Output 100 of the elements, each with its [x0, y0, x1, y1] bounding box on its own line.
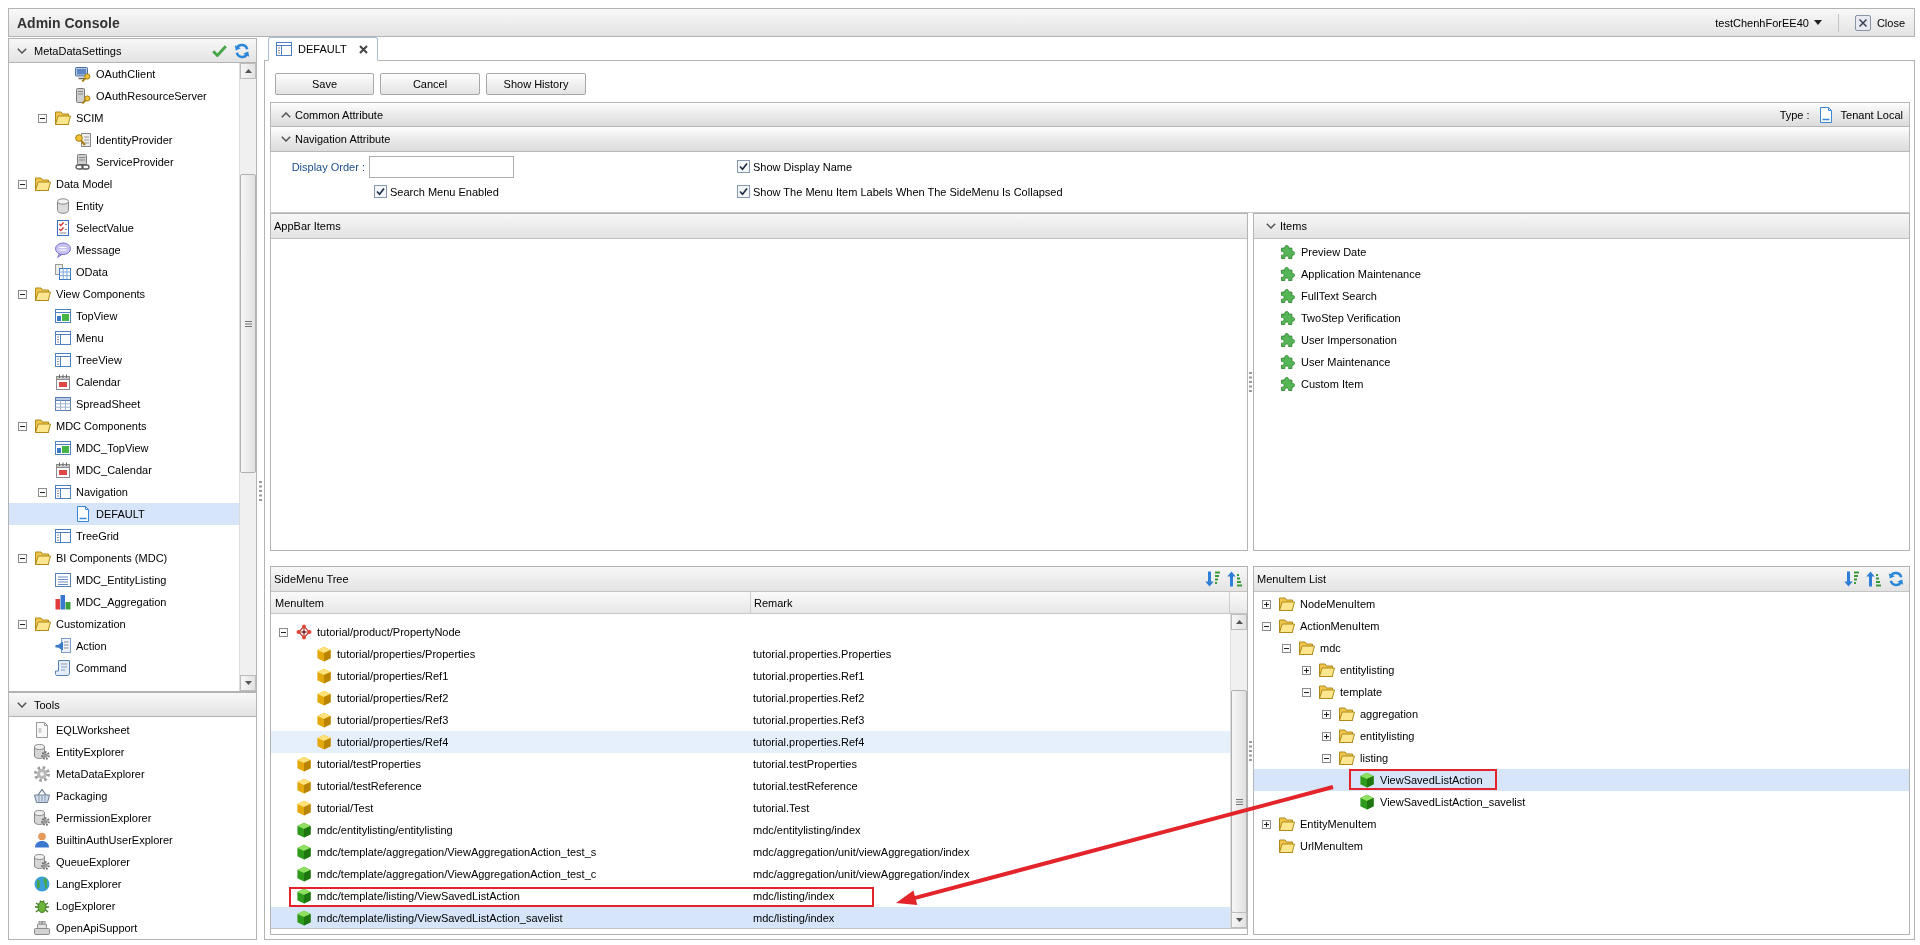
tool-item[interactable]: Packaging — [9, 785, 256, 807]
tree-item[interactable]: SCIM — [9, 107, 239, 129]
toolbar-button[interactable]: Show History — [486, 73, 586, 95]
close-button[interactable]: Close — [1854, 12, 1905, 33]
tree-grid-row[interactable]: tutorial/product/PropertyNode — [271, 621, 1230, 643]
tree-item[interactable]: ViewSavedListAction_savelist — [1254, 791, 1909, 813]
checkbox[interactable] — [737, 185, 750, 198]
chevron-down-icon[interactable] — [17, 47, 27, 54]
tree-item[interactable]: aggregation — [1254, 703, 1909, 725]
tree-item[interactable]: SpreadSheet — [9, 393, 239, 415]
sort-descending-icon[interactable] — [1844, 571, 1859, 587]
collapse-icon[interactable] — [18, 553, 27, 563]
scrollbar[interactable] — [239, 63, 256, 691]
tree-grid-row[interactable]: tutorial/properties/Ref3 tutorial.properties.Ref3 — [271, 709, 1230, 731]
expand-icon[interactable] — [1322, 709, 1331, 719]
tree-item[interactable]: Customization — [9, 613, 239, 635]
scroll-thumb[interactable] — [240, 174, 256, 473]
input-field[interactable] — [369, 155, 514, 178]
tree-item[interactable]: Message — [9, 239, 239, 261]
collapse-icon[interactable] — [279, 627, 288, 637]
refresh-icon[interactable] — [1888, 571, 1904, 587]
grip-icon[interactable] — [1249, 740, 1252, 761]
collapse-icon[interactable] — [18, 421, 27, 431]
tree-grid-row[interactable]: mdc/template/aggregation/ViewAggregationAction_test_c mdc/aggregation/unit/viewAggregation/index — [271, 863, 1230, 885]
tree-item[interactable]: EntityMenuItem — [1254, 813, 1909, 835]
tree-item[interactable]: MDC_Calendar — [9, 459, 239, 481]
checkmark-icon[interactable] — [212, 44, 227, 57]
tree-item[interactable]: ViewSavedListAction — [1254, 769, 1909, 791]
tree-item[interactable]: TopView — [9, 305, 239, 327]
tree-grid-row[interactable]: tutorial/testReference tutorial.testReference — [271, 775, 1230, 797]
close-icon[interactable] — [358, 44, 368, 54]
collapse-icon[interactable] — [38, 487, 47, 497]
list-item[interactable]: User Maintenance — [1254, 351, 1909, 373]
tree-grid-row[interactable]: tutorial/Test tutorial.Test — [271, 797, 1230, 819]
grip-icon[interactable] — [1249, 372, 1252, 392]
tree-item[interactable]: ServiceProvider — [9, 151, 239, 173]
collapse-icon[interactable] — [1262, 621, 1271, 631]
tree-item[interactable]: listing — [1254, 747, 1909, 769]
tree-grid-row[interactable]: tutorial/testProperties tutorial.testProperties — [271, 753, 1230, 775]
tree-item[interactable]: TreeGrid — [9, 525, 239, 547]
refresh-icon[interactable] — [234, 42, 250, 59]
tool-item[interactable]: LogExplorer — [9, 895, 256, 917]
tree-item[interactable]: mdc — [1254, 637, 1909, 659]
tree-item[interactable]: Navigation — [9, 481, 239, 503]
expand-icon[interactable] — [1262, 819, 1271, 829]
sort-descending-icon[interactable] — [1205, 571, 1220, 587]
tree-item[interactable]: entitylisting — [1254, 725, 1909, 747]
tree-grid-row[interactable]: tutorial/properties/Ref1 tutorial.properties.Ref1 — [271, 665, 1230, 687]
list-item[interactable]: Custom Item — [1254, 373, 1909, 395]
tree-item[interactable]: Calendar — [9, 371, 239, 393]
list-item[interactable]: User Impersonation — [1254, 329, 1909, 351]
tree-item[interactable]: template — [1254, 681, 1909, 703]
grip-icon[interactable] — [259, 481, 262, 501]
tree-item[interactable]: Data Model — [9, 173, 239, 195]
expand-icon[interactable] — [1322, 731, 1331, 741]
tree-item[interactable]: MDC_TopView — [9, 437, 239, 459]
scroll-up-button[interactable] — [240, 63, 256, 79]
tree-item[interactable]: NodeMenuItem — [1254, 593, 1909, 615]
column-header[interactable]: Remark — [751, 592, 1230, 613]
tree-item[interactable]: View Components — [9, 283, 239, 305]
collapse-icon[interactable] — [18, 179, 27, 189]
collapse-icon[interactable] — [1282, 643, 1291, 653]
collapse-icon[interactable] — [18, 289, 27, 299]
scroll-thumb[interactable] — [1231, 690, 1247, 913]
list-item[interactable]: TwoStep Verification — [1254, 307, 1909, 329]
tree-grid-row[interactable]: tutorial/properties/Ref4 tutorial.properties.Ref4 — [271, 731, 1230, 753]
section-header[interactable]: Navigation Attribute — [270, 127, 1910, 152]
checkbox[interactable] — [374, 185, 387, 198]
tree-item[interactable]: SelectValue — [9, 217, 239, 239]
tree-item[interactable]: MDC Components — [9, 415, 239, 437]
tree-item[interactable]: ActionMenuItem — [1254, 615, 1909, 637]
toolbar-button[interactable]: Cancel — [380, 73, 480, 95]
tree-grid-row[interactable]: tutorial/properties/Ref2 tutorial.properties.Ref2 — [271, 687, 1230, 709]
tree-grid-row[interactable]: mdc/template/aggregation/ViewAggregationAction_test_s mdc/aggregation/unit/viewAggregation/index — [271, 841, 1230, 863]
tree-item[interactable]: TreeView — [9, 349, 239, 371]
tab[interactable]: DEFAULT — [268, 37, 378, 61]
tree-grid-row[interactable]: mdc/template/listing/ViewSavedListAction_savelist mdc/listing/index — [271, 907, 1230, 928]
tree-item[interactable]: IdentityProvider — [9, 129, 239, 151]
collapse-icon[interactable] — [18, 619, 27, 629]
tool-item[interactable]: EQLWorksheet — [9, 719, 256, 741]
tree-grid-row[interactable]: mdc/template/listing/ViewSavedListAction mdc/listing/index — [271, 885, 1230, 907]
collapse-icon[interactable] — [38, 113, 47, 123]
tree-grid-row[interactable]: tutorial/properties/Properties tutorial.properties.Properties — [271, 643, 1230, 665]
tool-item[interactable]: MetaDataExplorer — [9, 763, 256, 785]
section-header[interactable]: Common Attribute Type : Tenant Local — [270, 102, 1910, 127]
tool-item[interactable]: QueueExplorer — [9, 851, 256, 873]
tree-item[interactable]: UrlMenuItem — [1254, 835, 1909, 857]
scroll-down-button[interactable] — [1231, 912, 1247, 928]
tree-item[interactable]: OAuthClient — [9, 63, 239, 85]
list-item[interactable]: Application Maintenance — [1254, 263, 1909, 285]
chevron-down-icon[interactable] — [281, 136, 291, 142]
tree-item[interactable]: OData — [9, 261, 239, 283]
expand-icon[interactable] — [1302, 665, 1311, 675]
tree-item[interactable]: Menu — [9, 327, 239, 349]
sort-ascending-icon[interactable] — [1866, 571, 1881, 587]
tree-item[interactable]: OAuthResourceServer — [9, 85, 239, 107]
sort-ascending-icon[interactable] — [1227, 571, 1242, 587]
tree-item[interactable]: BI Components (MDC) — [9, 547, 239, 569]
tool-item[interactable]: LangExplorer — [9, 873, 256, 895]
scroll-down-button[interactable] — [240, 675, 256, 691]
